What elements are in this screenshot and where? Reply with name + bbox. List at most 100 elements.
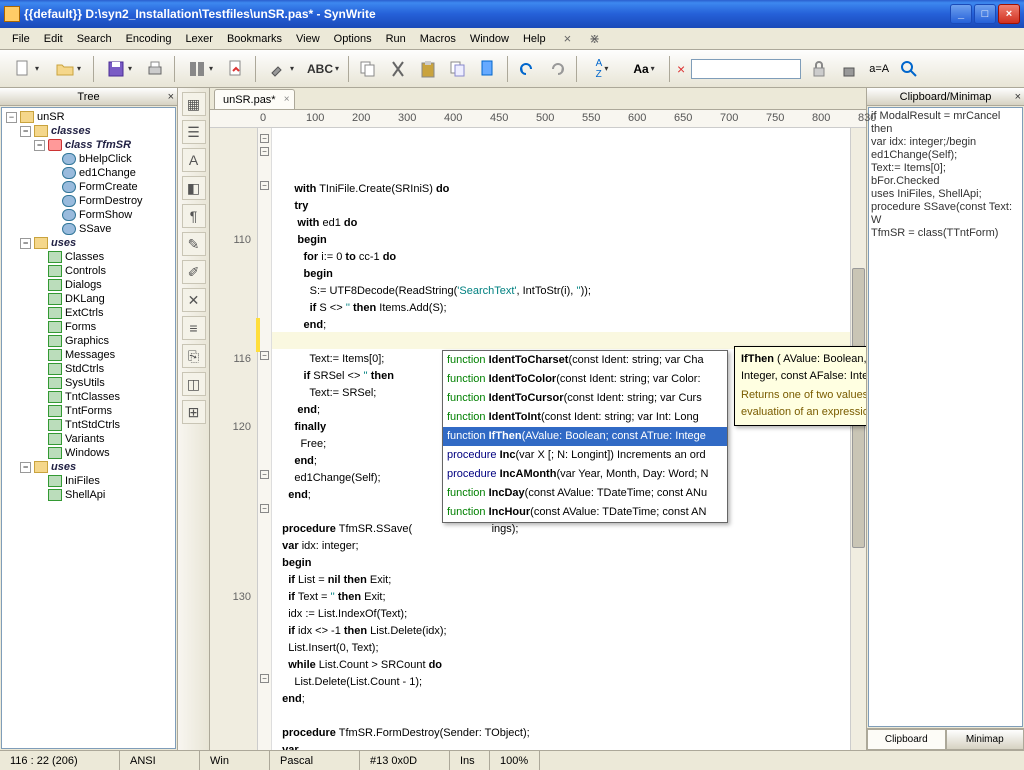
search-next-button[interactable]: [835, 55, 863, 83]
gutter-btn-3[interactable]: A: [182, 148, 206, 172]
search-button[interactable]: [895, 55, 923, 83]
tree-close-icon[interactable]: ×: [168, 91, 174, 103]
autocomplete-item[interactable]: function IdentToCharset(const Ident: str…: [443, 351, 727, 370]
tree-unit[interactable]: Messages: [4, 348, 173, 362]
gutter-btn-4[interactable]: ◧: [182, 176, 206, 200]
sort-button[interactable]: AZ▾: [582, 55, 622, 83]
tree-classes[interactable]: −classes: [4, 124, 173, 138]
tree-uses2[interactable]: −uses: [4, 460, 173, 474]
menu-search[interactable]: Search: [71, 31, 118, 47]
tree-unit[interactable]: TntForms: [4, 404, 173, 418]
status-enc[interactable]: ANSI: [120, 751, 200, 770]
gutter-btn-10[interactable]: ⎘: [182, 344, 206, 368]
gutter-btn-6[interactable]: ✎: [182, 232, 206, 256]
autocomplete-item[interactable]: function IdentToInt(const Ident: string;…: [443, 408, 727, 427]
minimap[interactable]: if ModalResult = mrCancel thenvar idx: i…: [868, 107, 1023, 727]
menu-macros[interactable]: Macros: [414, 31, 462, 47]
close-button[interactable]: ×: [998, 4, 1020, 24]
tree-uses1[interactable]: −uses: [4, 236, 173, 250]
autocomplete-popup[interactable]: function IdentToCharset(const Ident: str…: [442, 350, 728, 523]
maximize-button[interactable]: □: [974, 4, 996, 24]
tree-root[interactable]: −unSR: [4, 110, 173, 124]
tree-unit[interactable]: StdCtrls: [4, 362, 173, 376]
goto-button[interactable]: [222, 55, 250, 83]
minimize-button[interactable]: _: [950, 4, 972, 24]
menu-encoding[interactable]: Encoding: [120, 31, 178, 47]
autocomplete-item[interactable]: function IncDay(const AValue: TDateTime;…: [443, 484, 727, 503]
autocomplete-item[interactable]: procedure IncAMonth(var Year, Month, Day…: [443, 465, 727, 484]
menu-help[interactable]: Help: [517, 31, 552, 47]
minimap-close-icon[interactable]: ×: [1015, 91, 1021, 103]
tools-button[interactable]: ▾: [261, 55, 301, 83]
tree-unit[interactable]: DKLang: [4, 292, 173, 306]
match-case-button[interactable]: a=A: [865, 55, 893, 83]
gutter-btn-8[interactable]: ✕: [182, 288, 206, 312]
tree-method[interactable]: FormDestroy: [4, 194, 173, 208]
status-zoom[interactable]: 100%: [490, 751, 540, 770]
status-ins[interactable]: Ins: [450, 751, 490, 770]
tree-unit[interactable]: ShellApi: [4, 488, 173, 502]
status-platform[interactable]: Win: [200, 751, 270, 770]
redo-button[interactable]: [543, 55, 571, 83]
status-lang[interactable]: Pascal: [270, 751, 360, 770]
tab-clipboard[interactable]: Clipboard: [867, 729, 946, 750]
paste-button[interactable]: [414, 55, 442, 83]
menu-view[interactable]: View: [290, 31, 326, 47]
autocomplete-item[interactable]: function IfThen(AValue: Boolean; const A…: [443, 427, 727, 446]
select-all-button[interactable]: [474, 55, 502, 83]
save-button[interactable]: ▾: [99, 55, 139, 83]
tree-method[interactable]: FormCreate: [4, 180, 173, 194]
menu-bookmarks[interactable]: Bookmarks: [221, 31, 288, 47]
clear-search-icon[interactable]: ×: [677, 61, 685, 77]
tree-unit[interactable]: Forms: [4, 320, 173, 334]
menu-window[interactable]: Window: [464, 31, 515, 47]
menu-run[interactable]: Run: [380, 31, 412, 47]
menu-edit[interactable]: Edit: [38, 31, 69, 47]
tree-unit[interactable]: TntStdCtrls: [4, 418, 173, 432]
code-editor[interactable]: 110 116 120 130 −−−−−−− with TIniFile.Cr…: [210, 128, 866, 750]
tree-class[interactable]: −class TfmSR: [4, 138, 173, 152]
find-button[interactable]: ▾: [180, 55, 220, 83]
search-lock-button[interactable]: [805, 55, 833, 83]
tree-view[interactable]: −unSR −classes −class TfmSR bHelpClicked…: [1, 107, 176, 749]
menu-lexer[interactable]: Lexer: [179, 31, 219, 47]
tree-unit[interactable]: ExtCtrls: [4, 306, 173, 320]
copy-button[interactable]: [354, 55, 382, 83]
autocomplete-item[interactable]: function IdentToCursor(const Ident: stri…: [443, 389, 727, 408]
tree-unit[interactable]: SysUtils: [4, 376, 173, 390]
search-input[interactable]: [691, 59, 801, 79]
tree-unit[interactable]: Classes: [4, 250, 173, 264]
tree-unit[interactable]: TntClasses: [4, 390, 173, 404]
case-button[interactable]: Aa▾: [624, 55, 664, 83]
tree-unit[interactable]: Graphics: [4, 334, 173, 348]
cut-button[interactable]: [384, 55, 412, 83]
gutter-btn-5[interactable]: ¶: [182, 204, 206, 228]
new-button[interactable]: ▾: [6, 55, 46, 83]
gutter-btn-9[interactable]: ≡: [182, 316, 206, 340]
menu-file[interactable]: File: [6, 31, 36, 47]
tree-unit[interactable]: Controls: [4, 264, 173, 278]
menu-options[interactable]: Options: [328, 31, 378, 47]
tree-unit[interactable]: Windows: [4, 446, 173, 460]
print-button[interactable]: [141, 55, 169, 83]
autocomplete-item[interactable]: procedure Inc(var X [; N: Longint]) Incr…: [443, 446, 727, 465]
tree-method[interactable]: bHelpClick: [4, 152, 173, 166]
gutter-btn-7[interactable]: ✐: [182, 260, 206, 284]
tab-unsr[interactable]: unSR.pas*×: [214, 89, 295, 109]
delete-button[interactable]: [444, 55, 472, 83]
tab-close-icon[interactable]: ×: [284, 94, 290, 105]
tree-method[interactable]: SSave: [4, 222, 173, 236]
autocomplete-item[interactable]: function IdentToColor(const Ident: strin…: [443, 370, 727, 389]
tree-unit[interactable]: IniFiles: [4, 474, 173, 488]
tree-unit[interactable]: Variants: [4, 432, 173, 446]
tree-method[interactable]: ed1Change: [4, 166, 173, 180]
autocomplete-item[interactable]: function IncHour(const AValue: TDateTime…: [443, 503, 727, 522]
undo-button[interactable]: [513, 55, 541, 83]
spellcheck-button[interactable]: ABC▾: [303, 55, 343, 83]
vscroll[interactable]: [850, 128, 866, 750]
gutter-btn-2[interactable]: ☰: [182, 120, 206, 144]
tree-method[interactable]: FormShow: [4, 208, 173, 222]
close-all-tabs-icon[interactable]: ⋇: [583, 29, 606, 49]
tab-minimap[interactable]: Minimap: [946, 729, 1024, 750]
gutter-btn-12[interactable]: ⊞: [182, 400, 206, 424]
